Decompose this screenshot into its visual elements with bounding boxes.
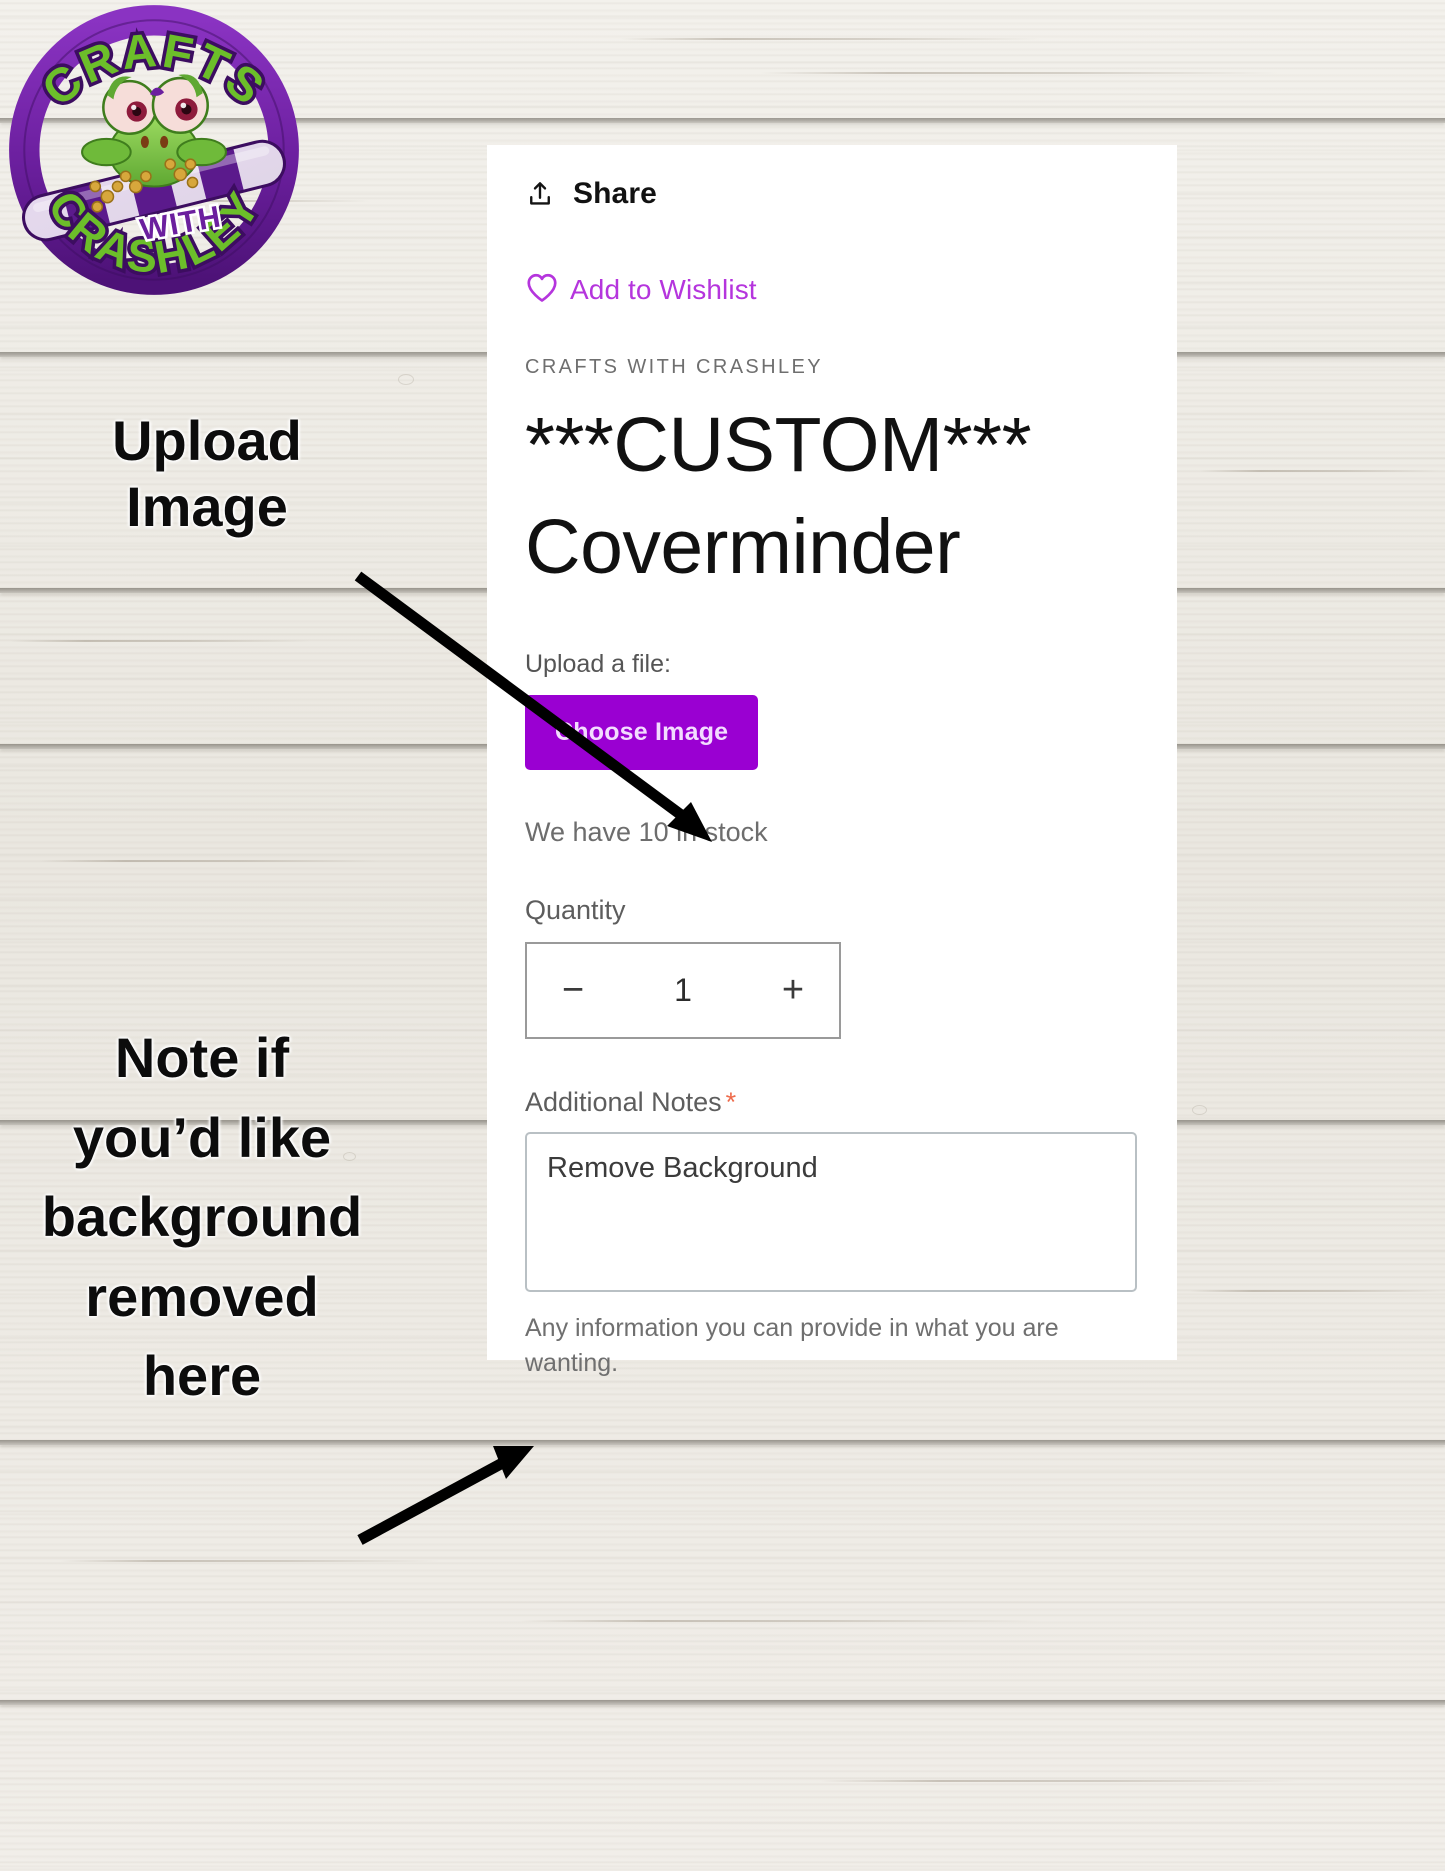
product-vendor: CRAFTS WITH CRASHLEY: [525, 356, 824, 378]
quantity-stepper: − 1 +: [525, 941, 841, 1039]
annotation-upload-image: Upload Image: [112, 409, 302, 539]
additional-notes-textarea[interactable]: [525, 1131, 1137, 1292]
choose-image-button[interactable]: Choose Image: [525, 694, 759, 770]
product-detail-card: Share Add to Wishlist CRAFTS WITH CRASHL…: [487, 145, 1177, 1377]
quantity-value: 1: [674, 971, 692, 1008]
stock-status: We have 10 in stock: [525, 816, 768, 847]
add-to-wishlist-button[interactable]: Add to Wishlist: [525, 272, 1133, 308]
product-title: ***CUSTOM*** Coverminder: [525, 402, 1032, 590]
annotation-note-background: Note if you’d like background removed he…: [41, 1026, 363, 1408]
share-upload-icon: [525, 178, 555, 210]
additional-notes-help-text: Any information you can provide in what …: [525, 1313, 1059, 1378]
quantity-label: Quantity: [525, 894, 626, 925]
share-button[interactable]: Share: [525, 177, 1133, 211]
additional-notes-label-text: Additional Notes: [525, 1086, 722, 1117]
heart-outline-icon: [525, 272, 559, 308]
share-label: Share: [573, 177, 657, 210]
brand-logo: CRAFTS CRASHLEY WITH: [2, 0, 306, 302]
add-to-wishlist-label: Add to Wishlist: [570, 274, 757, 305]
quantity-increment-button[interactable]: +: [747, 944, 839, 1037]
quantity-decrement-button[interactable]: −: [527, 944, 619, 1037]
additional-notes-label: Additional Notes *: [525, 1087, 1133, 1118]
required-marker: *: [725, 1086, 737, 1117]
upload-file-label: Upload a file:: [525, 649, 671, 678]
screenshot-root: CRAFTS CRASHLEY WITH Share Add to Wishli…: [0, 0, 1445, 1871]
